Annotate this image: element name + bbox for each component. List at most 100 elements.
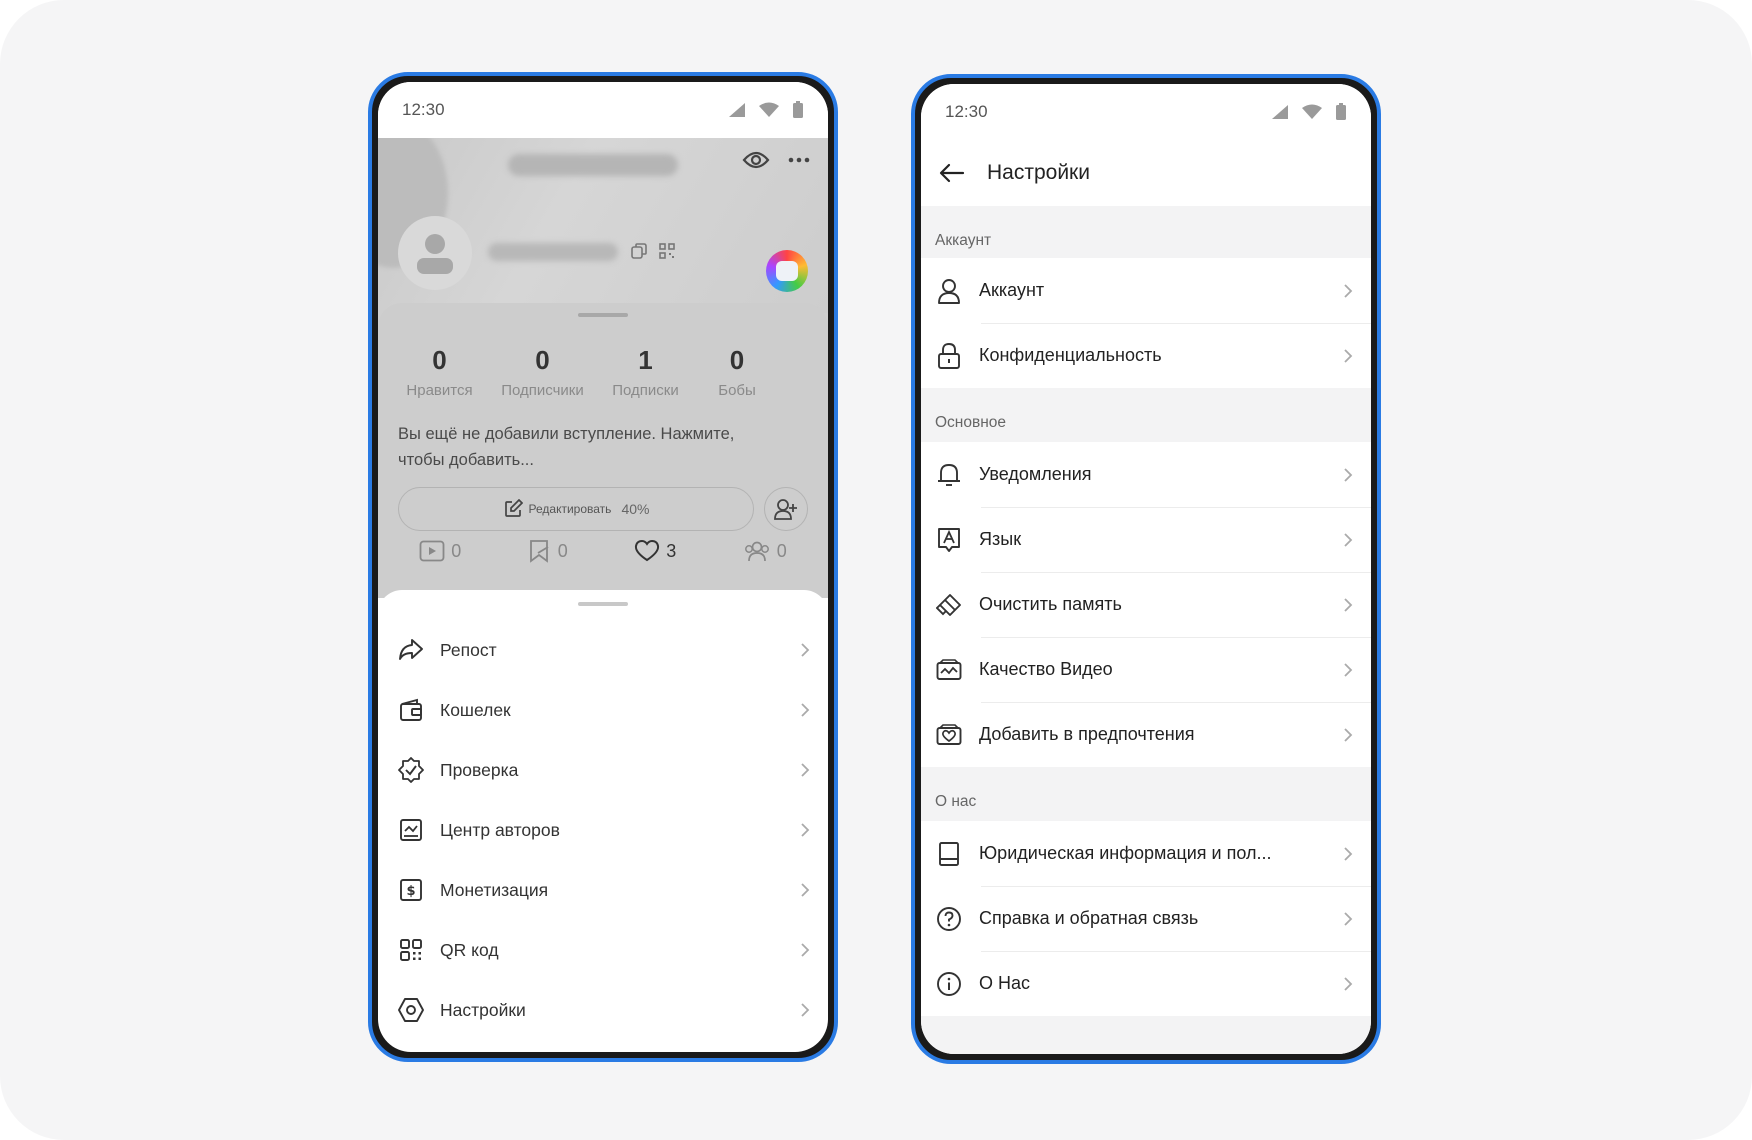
settings-header: Настройки [921,140,1371,206]
stat-beans[interactable]: 0 Бобы [697,345,777,399]
chevron-right-icon [1344,597,1353,612]
video-icon [419,540,445,562]
settings-item-about[interactable]: О Нас [921,951,1371,1016]
menu-item-repost[interactable]: Репост [378,620,828,680]
chevron-right-icon [801,763,810,777]
settings-label: Аккаунт [979,280,1045,300]
edit-profile-button[interactable]: Редактировать 40% [398,487,754,531]
settings-item-privacy[interactable]: Конфиденциальность [921,323,1371,388]
stat-likes[interactable]: 0 Нравится [388,345,491,399]
chevron-right-icon [1344,727,1353,742]
phone-frame-settings: 12:30 Настройки Аккаунт Аккаунт Конфиден… [911,74,1381,1064]
section-title-general: Основное [935,414,1007,431]
chevron-right-icon [801,703,810,717]
stat-followers[interactable]: 0 Подписчики [491,345,594,399]
avatar[interactable] [398,216,472,290]
settings-item-clear-cache[interactable]: Очистить память [921,572,1371,637]
more-icon[interactable] [788,157,810,163]
menu-item-settings[interactable]: Настройки [378,980,828,1040]
add-user-icon [774,499,797,520]
profile-header-dimmed: 0 Нравится 0 Подписчики 1 Подписки 0 Бобы Вы… [378,118,828,598]
menu-label: Кошелек [440,699,511,720]
status-bar: 12:30 [378,82,828,138]
shop-badge[interactable] [766,250,808,292]
menu-item-wallet[interactable]: Кошелек [378,680,828,740]
heart-icon [635,540,660,562]
chevron-right-icon [1344,911,1353,926]
chevron-right-icon [801,643,810,657]
chevron-right-icon [1344,467,1353,482]
stat-following[interactable]: 1 Подписки [594,345,697,399]
stat-value: 1 [638,345,653,375]
chevron-right-icon [801,823,810,837]
card-handle [578,313,628,317]
blurred-display-name [488,243,618,261]
chevron-right-icon [1344,532,1353,547]
menu-item-qr-code[interactable]: QR код [378,920,828,980]
avatar-placeholder-icon [417,234,453,274]
creator-center-icon [400,819,422,841]
tab-saved[interactable]: 0 [528,539,568,563]
settings-item-preferences[interactable]: Добавить в предпочтения [921,702,1371,767]
settings-group-account: Аккаунт Конфиденциальность [921,258,1371,388]
svg-text:$: $ [406,884,415,899]
menu-label: Репост [440,639,497,660]
stat-label: Бобы [718,382,756,399]
tab-friends[interactable]: 0 [743,539,787,563]
sheet-handle[interactable] [578,602,628,606]
settings-item-notifications[interactable]: Уведомления [921,442,1371,507]
cover-image [378,118,828,313]
qr-small-icon[interactable] [658,242,676,260]
tab-count: 0 [451,540,462,561]
stat-label: Нравится [406,382,473,399]
menu-item-creator-center[interactable]: Центр авторов [378,800,828,860]
settings-item-account[interactable]: Аккаунт [921,258,1371,323]
settings-label: Юридическая информация и пол... [979,843,1272,863]
wifi-icon [1302,104,1322,119]
stat-label: Подписки [612,382,679,399]
menu-label: Центр авторов [440,819,560,840]
profile-top-actions [742,150,810,170]
settings-screen: 12:30 Настройки Аккаунт Аккаунт Конфиден… [921,84,1371,1054]
settings-label: Качество Видео [979,659,1113,679]
bottom-sheet-menu: Репост Кошелек Проверка Центр авторов $ … [378,590,828,1022]
copy-icon[interactable] [630,242,648,260]
menu-item-monetization[interactable]: $ Монетизация [378,860,828,920]
phone-frame-profile: 12:30 0 Нравится 0 Подписчики 1 Подписки… [368,72,838,1062]
chevron-right-icon [801,943,810,957]
tab-liked[interactable]: 3 [634,539,676,563]
document-icon [939,841,959,866]
profile-card: 0 Нравится 0 Подписчики 1 Подписки 0 Бобы Вы… [378,303,828,598]
stat-label: Подписчики [501,382,584,399]
presentation-background: 12:30 0 Нравится 0 Подписчики 1 Подписки… [0,0,1752,1140]
chevron-right-icon [801,883,810,897]
add-friend-button[interactable] [764,487,808,531]
help-icon [937,906,961,931]
section-title-account: Аккаунт [935,232,992,249]
settings-label: Очистить память [979,594,1122,614]
system-icons [728,101,804,119]
settings-label: Справка и обратная связь [979,908,1199,928]
profile-stats: 0 Нравится 0 Подписчики 1 Подписки 0 Бобы [388,345,777,399]
menu-item-verification[interactable]: Проверка [378,740,828,800]
edit-percent: 40% [621,501,650,517]
back-arrow-icon[interactable] [939,163,965,183]
menu-list: Репост Кошелек Проверка Центр авторов $ … [378,620,828,1040]
chevron-right-icon [1344,846,1353,861]
eye-icon[interactable] [742,150,770,170]
settings-list: Аккаунт Аккаунт Конфиденциальность Основ… [921,206,1371,1054]
language-icon [938,527,960,552]
tab-count: 0 [557,540,568,561]
signal-icon [1272,105,1288,119]
stat-value: 0 [432,345,447,375]
group-icon [744,541,769,562]
settings-item-video-quality[interactable]: Качество Видео [921,637,1371,702]
bio-text[interactable]: Вы ещё не добавили вступление. Нажмите, … [398,421,768,473]
tab-count: 0 [776,540,787,561]
tab-videos[interactable]: 0 [419,539,461,563]
edit-icon [504,499,523,517]
settings-item-legal[interactable]: Юридическая информация и пол... [921,821,1371,886]
settings-item-language[interactable]: Язык [921,507,1371,572]
settings-item-help[interactable]: Справка и обратная связь [921,886,1371,951]
menu-label: QR код [440,939,499,960]
